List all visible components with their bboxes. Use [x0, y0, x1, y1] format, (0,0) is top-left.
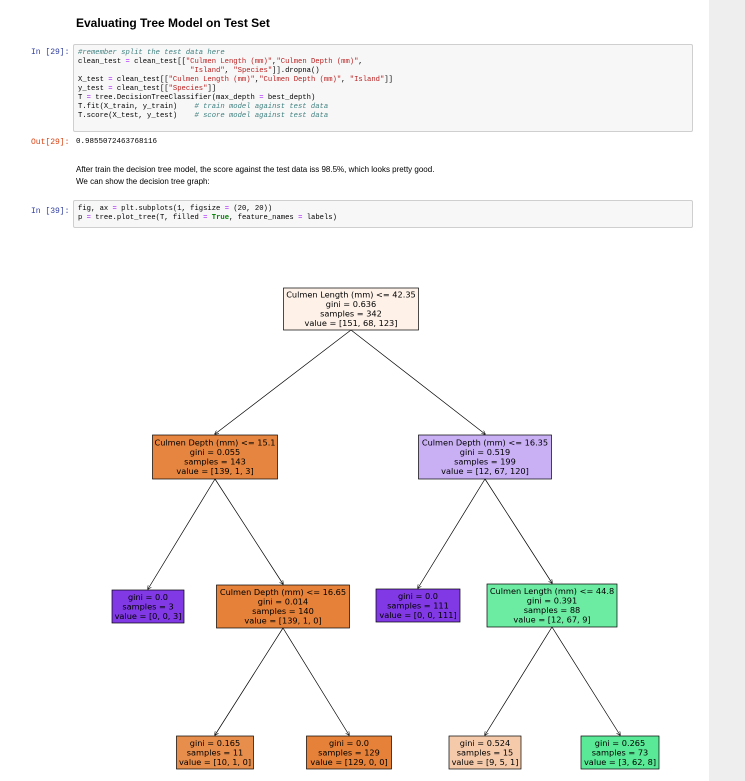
tree-edge	[215, 627, 284, 735]
tree-edge	[484, 478, 552, 583]
tree-node-text: samples = 73	[592, 747, 649, 757]
tree-node-text: samples = 143	[184, 457, 246, 467]
tree-node-text: gini = 0.636	[326, 299, 376, 309]
tree-node-text: value = [0, 0, 111]	[379, 610, 456, 620]
tree-node-text: gini = 0.0	[398, 591, 438, 601]
tree-node-text: samples = 342	[320, 309, 382, 319]
tree-node-text: Culmen Depth (mm) <= 15.1	[154, 438, 275, 448]
tree-node-text: samples = 15	[457, 747, 514, 757]
tree-node-text: samples = 199	[454, 457, 516, 467]
tree-node-text: value = [139, 1, 3]	[176, 466, 253, 476]
tree-node-rl: gini = 0.0samples = 111value = [0, 0, 11…	[375, 588, 461, 623]
tree-node-ll: gini = 0.0samples = 3value = [0, 0, 3]	[111, 589, 185, 624]
tree-edge	[282, 627, 349, 735]
tree-node-text: gini = 0.524	[460, 738, 510, 748]
tree-node-text: gini = 0.014	[258, 597, 308, 607]
tree-edge	[350, 329, 485, 434]
tree-node-text: gini = 0.519	[460, 447, 510, 457]
tree-node-text: samples = 111	[387, 600, 449, 610]
tree-edge	[418, 478, 486, 588]
tree-edge	[551, 626, 620, 735]
tree-node-text: value = [12, 67, 120]	[441, 466, 529, 476]
tree-node-text: value = [12, 67, 9]	[513, 615, 590, 625]
tree-node-text: Culmen Depth (mm) <= 16.65	[220, 587, 346, 597]
tree-node-text: samples = 129	[318, 747, 380, 757]
tree-node-text: gini = 0.165	[190, 738, 240, 748]
tree-node-text: samples = 11	[187, 747, 244, 757]
tree-node-l: Culmen Depth (mm) <= 15.1gini = 0.055sam…	[152, 434, 278, 480]
tree-node-text: gini = 0.0	[128, 592, 168, 602]
tree-node-lr: Culmen Depth (mm) <= 16.65gini = 0.014sa…	[216, 584, 350, 629]
tree-node-text: value = [9, 5, 1]	[452, 757, 519, 767]
tree-node-root: Culmen Length (mm) <= 42.35gini = 0.636s…	[283, 287, 419, 331]
tree-node-rrl: gini = 0.524samples = 15value = [9, 5, 1…	[448, 735, 522, 770]
tree-node-text: value = [151, 68, 123]	[305, 318, 398, 328]
tree-node-text: Culmen Length (mm) <= 42.35	[286, 290, 416, 300]
tree-node-r: Culmen Depth (mm) <= 16.35gini = 0.519sa…	[418, 434, 552, 480]
tree-node-text: Culmen Length (mm) <= 44.8	[490, 586, 614, 596]
tree-edge	[214, 478, 283, 584]
page-scrollbar-gutter[interactable]	[709, 0, 745, 781]
tree-node-lrr: gini = 0.0samples = 129value = [129, 0, …	[306, 735, 392, 770]
tree-node-text: value = [129, 0, 0]	[310, 757, 387, 767]
tree-node-text: gini = 0.0	[329, 738, 369, 748]
tree-node-text: gini = 0.265	[595, 738, 645, 748]
tree-node-text: value = [10, 1, 0]	[179, 757, 251, 767]
tree-node-text: value = [139, 1, 0]	[244, 616, 321, 626]
tree-node-text: value = [3, 62, 8]	[584, 757, 656, 767]
tree-node-text: samples = 140	[252, 606, 314, 616]
decision-tree-plot: Culmen Length (mm) <= 42.35gini = 0.636s…	[111, 287, 660, 770]
tree-node-text: value = [0, 0, 3]	[115, 611, 182, 621]
tree-node-lrl: gini = 0.165samples = 11value = [10, 1, …	[176, 735, 254, 770]
tree-node-rrr: gini = 0.265samples = 73value = [3, 62, …	[580, 735, 660, 770]
tree-node-text: samples = 88	[524, 605, 581, 615]
tree-node-rr: Culmen Length (mm) <= 44.8gini = 0.391sa…	[486, 583, 618, 628]
tree-edge	[148, 478, 216, 589]
tree-edge	[485, 626, 553, 735]
tree-node-text: gini = 0.055	[190, 447, 240, 457]
tree-edge	[215, 329, 352, 434]
tree-node-text: gini = 0.391	[527, 596, 577, 606]
tree-node-text: samples = 3	[122, 601, 173, 611]
tree-node-text: Culmen Depth (mm) <= 16.35	[422, 438, 548, 448]
